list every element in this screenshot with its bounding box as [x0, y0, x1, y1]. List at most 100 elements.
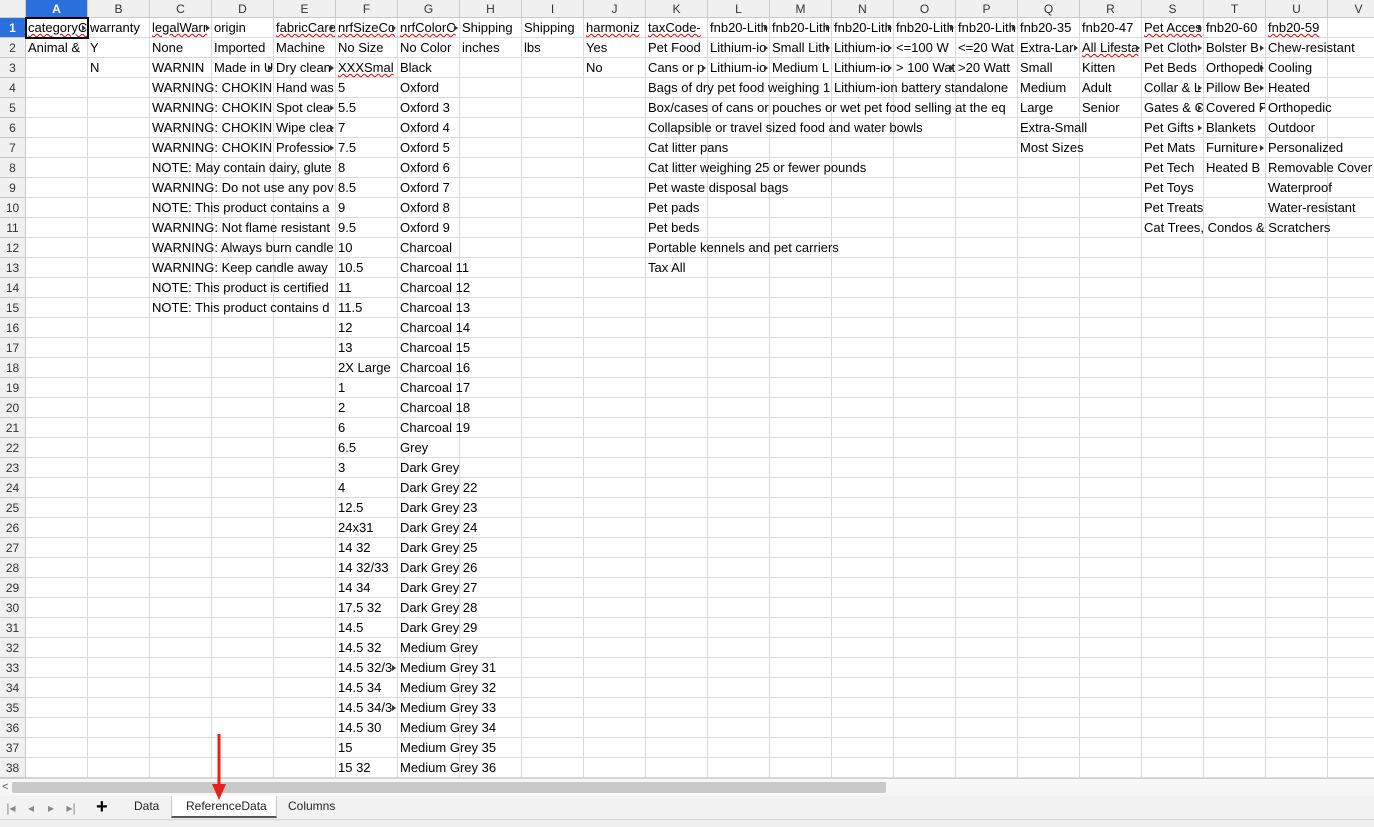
column-header-e[interactable]: E	[274, 0, 336, 18]
cell-c15[interactable]: NOTE: This product contains d	[150, 298, 335, 318]
cell-f11[interactable]: 9.5	[336, 218, 397, 238]
cell-f32[interactable]: 14.5 32	[336, 638, 397, 658]
cell-e2[interactable]: Machine	[274, 38, 335, 58]
cell-u8[interactable]: Removable Cover	[1266, 158, 1374, 178]
cell-f21[interactable]: 6	[336, 418, 397, 438]
column-header-s[interactable]: S	[1142, 0, 1204, 18]
cell-g17[interactable]: Charcoal 15	[398, 338, 1374, 358]
cell-k12[interactable]: Portable kennels and pet carriers	[646, 238, 1374, 258]
column-header-u[interactable]: U	[1266, 0, 1328, 18]
row-header-23[interactable]: 23	[0, 458, 26, 478]
cell-f1[interactable]: nrfSizeCo	[336, 18, 397, 38]
cell-f20[interactable]: 2	[336, 398, 397, 418]
row-header-18[interactable]: 18	[0, 358, 26, 378]
cell-g37[interactable]: Medium Grey 35	[398, 738, 1374, 758]
cell-f25[interactable]: 12.5	[336, 498, 397, 518]
cell-h2[interactable]: inches	[460, 38, 521, 58]
cell-a2[interactable]: Animal &	[26, 38, 87, 58]
cell-e4[interactable]: Hand was	[274, 78, 335, 98]
cell-f31[interactable]: 14.5	[336, 618, 397, 638]
cell-c5[interactable]: WARNING: CHOKIN	[150, 98, 273, 118]
cell-k6[interactable]: Collapsible or travel sized food and wat…	[646, 118, 1017, 138]
cell-s5[interactable]: Gates & C	[1142, 98, 1203, 118]
row-header-24[interactable]: 24	[0, 478, 26, 498]
cell-r4[interactable]: Adult	[1080, 78, 1141, 98]
cell-k3[interactable]: Cans or p	[646, 58, 707, 78]
row-header-2[interactable]: 2	[0, 38, 26, 58]
cell-s10[interactable]: Pet Treats	[1142, 198, 1265, 218]
cell-j2[interactable]: Yes	[584, 38, 645, 58]
cell-c7[interactable]: WARNING: CHOKIN	[150, 138, 273, 158]
column-header-n[interactable]: N	[832, 0, 894, 18]
column-header-g[interactable]: G	[398, 0, 460, 18]
cell-e1[interactable]: fabricCare	[274, 18, 335, 38]
cell-g2[interactable]: No Color	[398, 38, 459, 58]
cell-g12[interactable]: Charcoal	[398, 238, 645, 258]
cell-s2[interactable]: Pet Cloth	[1142, 38, 1203, 58]
cell-f26[interactable]: 24x31	[336, 518, 397, 538]
horizontal-scrollbar[interactable]: <	[0, 778, 1374, 796]
cell-c9[interactable]: WARNING: Do not use any pov	[150, 178, 335, 198]
cell-c8[interactable]: NOTE: May contain dairy, glute	[150, 158, 335, 178]
row-header-4[interactable]: 4	[0, 78, 26, 98]
cell-s8[interactable]: Pet Tech	[1142, 158, 1203, 178]
cell-e7[interactable]: Professio	[274, 138, 335, 158]
cell-n4[interactable]: Lithium-ion battery standalone	[832, 78, 1017, 98]
cell-f16[interactable]: 12	[336, 318, 397, 338]
cell-e5[interactable]: Spot clea	[274, 98, 335, 118]
row-header-27[interactable]: 27	[0, 538, 26, 558]
cell-q3[interactable]: Small	[1018, 58, 1079, 78]
column-header-j[interactable]: J	[584, 0, 646, 18]
cell-i2[interactable]: lbs	[522, 38, 583, 58]
cell-p1[interactable]: fnb20-Lith	[956, 18, 1017, 38]
row-header-37[interactable]: 37	[0, 738, 26, 758]
column-header-q[interactable]: Q	[1018, 0, 1080, 18]
column-header-b[interactable]: B	[88, 0, 150, 18]
cell-n3[interactable]: Lithium-io	[832, 58, 893, 78]
cell-g38[interactable]: Medium Grey 36	[398, 758, 1374, 778]
cell-f35[interactable]: 14.5 34/3	[336, 698, 397, 718]
cell-f13[interactable]: 10.5	[336, 258, 397, 278]
cell-f9[interactable]: 8.5	[336, 178, 397, 198]
cell-f30[interactable]: 17.5 32	[336, 598, 397, 618]
cell-k4[interactable]: Bags of dry pet food weighing 1	[646, 78, 831, 98]
cell-g31[interactable]: Dark Grey 29	[398, 618, 1374, 638]
cell-t5[interactable]: Covered P	[1204, 98, 1265, 118]
cell-c1[interactable]: legalWarr	[150, 18, 211, 38]
row-header-20[interactable]: 20	[0, 398, 26, 418]
cell-s9[interactable]: Pet Toys	[1142, 178, 1265, 198]
cell-c2[interactable]: None	[150, 38, 211, 58]
cell-g26[interactable]: Dark Grey 24	[398, 518, 1374, 538]
row-header-11[interactable]: 11	[0, 218, 26, 238]
cell-f15[interactable]: 11.5	[336, 298, 397, 318]
cell-m3[interactable]: Medium L	[770, 58, 831, 78]
cell-d1[interactable]: origin	[212, 18, 273, 38]
tab-referencedata[interactable]: ReferenceData	[171, 796, 277, 818]
cell-g8[interactable]: Oxford 6	[398, 158, 645, 178]
cell-g4[interactable]: Oxford	[398, 78, 645, 98]
cell-c10[interactable]: NOTE: This product contains a	[150, 198, 335, 218]
cell-r1[interactable]: fnb20-47	[1080, 18, 1141, 38]
cell-f36[interactable]: 14.5 30	[336, 718, 397, 738]
cell-m1[interactable]: fnb20-Lith	[770, 18, 831, 38]
scroll-left-icon[interactable]: <	[2, 781, 8, 793]
cell-t6[interactable]: Blankets	[1204, 118, 1265, 138]
cell-g27[interactable]: Dark Grey 25	[398, 538, 1374, 558]
column-header-r[interactable]: R	[1080, 0, 1142, 18]
column-header-d[interactable]: D	[212, 0, 274, 18]
cell-g14[interactable]: Charcoal 12	[398, 278, 1374, 298]
cell-e3[interactable]: Dry clean	[274, 58, 335, 78]
row-header-12[interactable]: 12	[0, 238, 26, 258]
row-header-29[interactable]: 29	[0, 578, 26, 598]
cell-d3[interactable]: Made in U	[212, 58, 273, 78]
cell-k11[interactable]: Pet beds	[646, 218, 1141, 238]
cell-f4[interactable]: 5	[336, 78, 397, 98]
row-header-34[interactable]: 34	[0, 678, 26, 698]
column-header-h[interactable]: H	[460, 0, 522, 18]
row-header-6[interactable]: 6	[0, 118, 26, 138]
row-header-38[interactable]: 38	[0, 758, 26, 778]
cell-u3[interactable]: Cooling	[1266, 58, 1374, 78]
cell-d2[interactable]: Imported	[212, 38, 273, 58]
next-sheet-icon[interactable]: ▸	[44, 800, 58, 816]
row-header-36[interactable]: 36	[0, 718, 26, 738]
